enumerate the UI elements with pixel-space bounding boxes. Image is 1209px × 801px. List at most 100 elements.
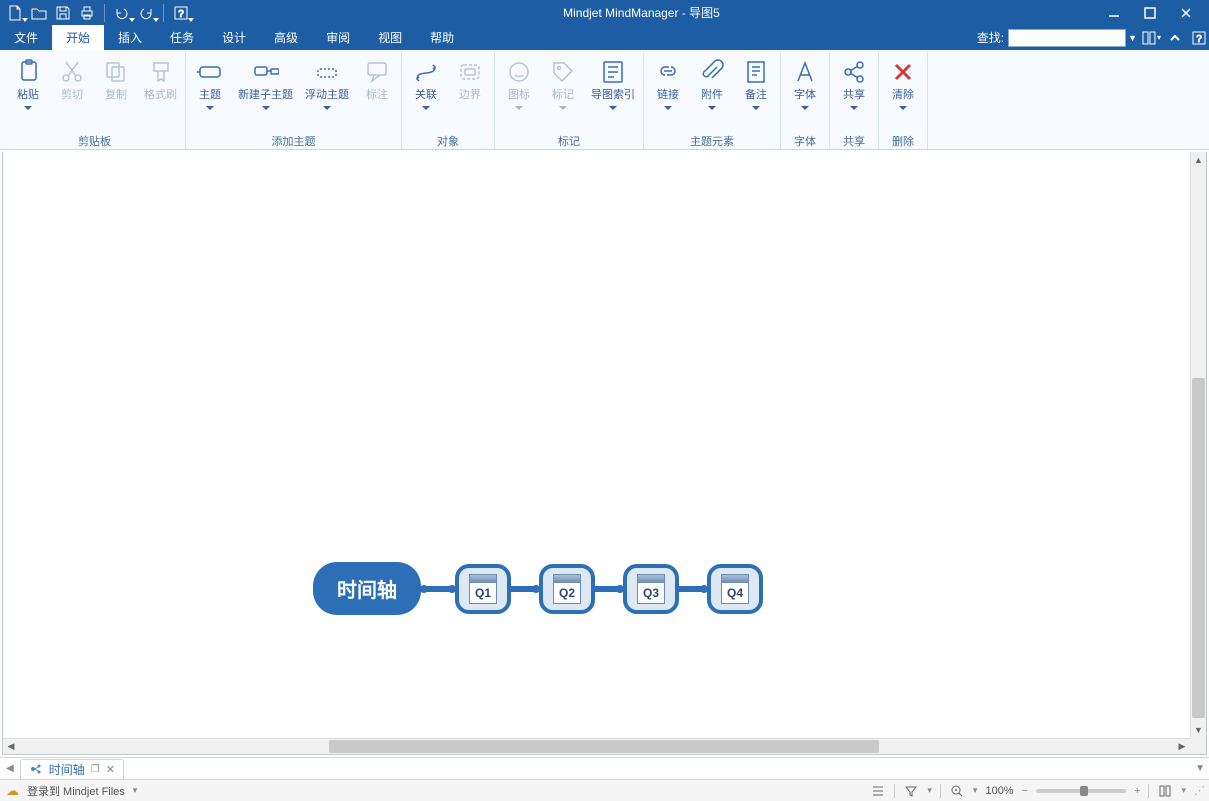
share-icon <box>841 59 867 85</box>
child-topic-q1[interactable]: Q1 <box>455 564 511 614</box>
search-input[interactable] <box>1008 29 1126 47</box>
root-topic[interactable]: 时间轴 <box>313 562 421 615</box>
ribbon-group-label: 主题元素 <box>646 133 778 149</box>
ribbon-group-label: 添加主题 <box>188 133 399 149</box>
ribbon-group-label: 字体 <box>783 133 827 149</box>
ribbon-label: 标记 <box>552 88 574 102</box>
zoom-level-label[interactable]: 100% <box>985 785 1013 797</box>
login-status-button[interactable]: 登录到 Mindjet Files <box>27 783 125 799</box>
vscroll-thumb[interactable] <box>1192 378 1205 718</box>
ribbon-share-button[interactable]: 共享 <box>832 54 876 132</box>
ribbon-group-label: 标记 <box>497 133 641 149</box>
resize-grip[interactable]: ⋰ <box>1194 784 1203 797</box>
chevron-down-icon <box>752 106 760 110</box>
child-topic-q2[interactable]: Q2 <box>539 564 595 614</box>
task-pane-button[interactable]: ▾ <box>1141 28 1161 48</box>
qat-help-button[interactable]: ? <box>170 2 192 24</box>
window-close-button[interactable] <box>1173 2 1199 24</box>
scroll-down-button[interactable]: ▼ <box>1191 722 1207 738</box>
tags-icon <box>550 59 576 85</box>
menu-tab-6[interactable]: 审阅 <box>312 25 364 50</box>
ribbon-tags-button[interactable]: 标记 <box>541 54 585 132</box>
menu-tab-4[interactable]: 设计 <box>208 25 260 50</box>
ribbon-subtopic-button[interactable]: 新建子主题 <box>232 54 299 132</box>
child-topic-q3[interactable]: Q3 <box>623 564 679 614</box>
tab-prev-button[interactable]: ◀ <box>6 763 14 774</box>
zoom-slider[interactable] <box>1036 789 1126 793</box>
qat-new-button[interactable] <box>4 2 26 24</box>
menu-tab-1[interactable]: 开始 <box>52 25 104 50</box>
chevron-down-icon <box>206 106 214 110</box>
child-topic-q4[interactable]: Q4 <box>707 564 763 614</box>
menu-tab-5[interactable]: 高级 <box>260 25 312 50</box>
qat-redo-button[interactable] <box>135 2 157 24</box>
ribbon-paste-button[interactable]: 粘贴 <box>6 54 50 132</box>
ribbon-label: 清除 <box>892 88 914 102</box>
chevron-down-icon <box>515 106 523 110</box>
outline-view-button[interactable] <box>870 783 886 799</box>
redo-icon <box>138 5 154 21</box>
attach-icon <box>699 59 725 85</box>
scroll-right-button[interactable]: ▶ <box>1174 739 1190 755</box>
vertical-scrollbar[interactable]: ▲ ▼ <box>1190 152 1206 738</box>
menu-tab-7[interactable]: 视图 <box>364 25 416 50</box>
qat-open-button[interactable] <box>28 2 50 24</box>
ribbon-cut-button[interactable]: 剪切 <box>50 54 94 132</box>
menu-tab-0[interactable]: 文件 <box>0 25 52 50</box>
ribbon-format-painter-button[interactable]: 格式刷 <box>138 54 183 132</box>
ribbon-relation-button[interactable]: 关联 <box>404 54 448 132</box>
ribbon-label: 格式刷 <box>144 88 177 102</box>
tab-window-icon[interactable]: ❐ <box>91 764 100 775</box>
ribbon-toggle-button[interactable] <box>1165 28 1185 48</box>
ribbon-clear-button[interactable]: 清除 <box>881 54 925 132</box>
pane-icon <box>1141 30 1157 46</box>
document-tab[interactable]: 时间轴 ❐ ✕ <box>20 759 124 779</box>
ribbon-attach-button[interactable]: 附件 <box>690 54 734 132</box>
ribbon-topic-button[interactable]: 主题 <box>188 54 232 132</box>
ribbon-icons-button[interactable]: 图标 <box>497 54 541 132</box>
hscroll-thumb[interactable] <box>329 740 879 753</box>
ribbon-label: 共享 <box>843 88 865 102</box>
menubar-help-button[interactable]: ? <box>1189 28 1209 48</box>
ribbon-copy-button[interactable]: 复制 <box>94 54 138 132</box>
menu-tab-8[interactable]: 帮助 <box>416 25 468 50</box>
filter-button[interactable] <box>903 783 919 799</box>
zoom-in-button[interactable]: + <box>1134 785 1140 797</box>
zoom-fit-button[interactable] <box>949 783 965 799</box>
floating-icon <box>314 59 340 85</box>
qat-print-button[interactable] <box>76 2 98 24</box>
mindmap-canvas[interactable]: 时间轴 Q1 Q2 Q3 Q4 <box>3 152 1190 738</box>
scroll-left-button[interactable]: ◀ <box>3 739 19 755</box>
ribbon-callout-button[interactable]: 标注 <box>355 54 399 132</box>
cloud-icon: ☁ <box>6 783 19 799</box>
copy-icon <box>103 59 129 85</box>
chevron-down-icon <box>850 106 858 110</box>
ribbon-group-label: 剪贴板 <box>6 133 183 149</box>
ribbon-boundary-button[interactable]: 边界 <box>448 54 492 132</box>
ribbon-label: 字体 <box>794 88 816 102</box>
ribbon-index-button[interactable]: 导图索引 <box>585 54 641 132</box>
qat-undo-button[interactable] <box>111 2 133 24</box>
chevron-down-icon <box>422 106 430 110</box>
ribbon-label: 新建子主题 <box>238 88 293 102</box>
window-maximize-button[interactable] <box>1137 2 1163 24</box>
scroll-up-button[interactable]: ▲ <box>1191 152 1207 168</box>
ribbon-floating-button[interactable]: 浮动主题 <box>299 54 355 132</box>
status-views-button[interactable] <box>1157 783 1173 799</box>
menu-tab-3[interactable]: 任务 <box>156 25 208 50</box>
tab-list-button[interactable]: ▼ <box>1195 763 1205 774</box>
relation-icon <box>413 59 439 85</box>
help-box-icon: ? <box>173 5 189 21</box>
paste-icon <box>15 59 41 85</box>
zoom-out-button[interactable]: − <box>1022 785 1028 797</box>
menu-tab-2[interactable]: 插入 <box>104 25 156 50</box>
ribbon-notes-button[interactable]: 备注 <box>734 54 778 132</box>
chevron-down-icon <box>24 106 32 110</box>
window-minimize-button[interactable] <box>1101 2 1127 24</box>
ribbon-font-button[interactable]: 字体 <box>783 54 827 132</box>
qat-save-button[interactable] <box>52 2 74 24</box>
tab-close-button[interactable]: ✕ <box>106 763 115 776</box>
horizontal-scrollbar[interactable]: ◀ ▶ <box>3 738 1190 754</box>
ribbon-link-button[interactable]: 链接 <box>646 54 690 132</box>
notes-icon <box>743 59 769 85</box>
